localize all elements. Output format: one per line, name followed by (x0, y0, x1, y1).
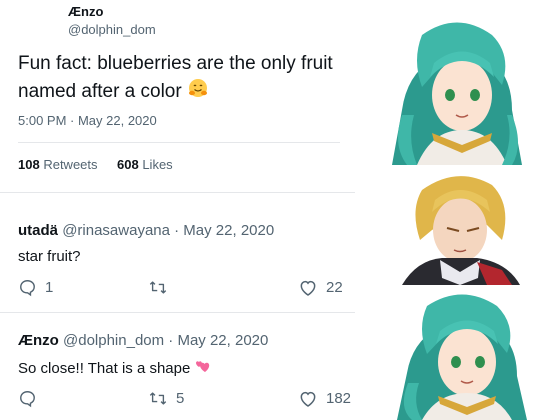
divider (0, 312, 355, 313)
retweets-stat[interactable]: 108 Retweets (18, 157, 98, 172)
retweet-button[interactable] (148, 278, 176, 297)
retweet-count: 5 (176, 390, 185, 407)
like-count: 22 (326, 279, 343, 296)
hugging-face-emoji-icon (187, 77, 209, 107)
reply-text-words: So close!! That is a shape (18, 359, 191, 377)
retweets-label: Retweets (43, 157, 98, 172)
likes-count: 608 (117, 157, 139, 172)
author-name[interactable]: Ænzo (68, 4, 103, 19)
two-hearts-emoji-icon (195, 359, 211, 379)
reply-count: 1 (45, 279, 54, 296)
reply-icon (20, 280, 35, 297)
tweet-text: Fun fact: blueberries are the only fruit… (18, 51, 358, 107)
like-button[interactable]: 22 (298, 278, 343, 297)
like-button[interactable]: 182 (298, 389, 351, 408)
tweet-text-line-2-words: named after a color (18, 81, 182, 103)
retweets-count: 108 (18, 157, 40, 172)
divider (18, 142, 340, 143)
reply-author-name[interactable]: Ænzo (18, 332, 59, 349)
author-handle[interactable]: @dolphin_dom (68, 22, 156, 37)
heart-icon (300, 280, 316, 296)
reply-author-name[interactable]: utadä (18, 222, 58, 239)
reply-button[interactable]: 1 (18, 278, 53, 297)
retweet-button[interactable]: 5 (148, 389, 184, 408)
reply-handle-date[interactable]: @rinasawayana · May 22, 2020 (62, 222, 274, 239)
character-portrait-blonde (392, 170, 527, 285)
heart-icon (300, 391, 316, 407)
tweet-text-line-2: named after a color (18, 77, 358, 107)
character-portrait-teal (362, 15, 527, 165)
tweet-text-line-1: Fun fact: blueberries are the only fruit (18, 53, 333, 74)
divider (0, 192, 355, 193)
tweet-timestamp[interactable]: 5:00 PM · May 22, 2020 (18, 113, 157, 128)
reply-text: star fruit? (18, 248, 81, 265)
reply-icon (20, 391, 35, 408)
likes-label: Likes (142, 157, 173, 172)
reply-header: utadä @rinasawayana · May 22, 2020 (18, 222, 274, 239)
character-portrait-teal-2 (372, 288, 532, 420)
reply-text: So close!! That is a shape (18, 359, 211, 379)
reply-header: Ænzo @dolphin_dom · May 22, 2020 (18, 332, 268, 349)
reply-button[interactable] (18, 389, 45, 408)
retweet-icon (149, 281, 167, 294)
reply-handle-date[interactable]: @dolphin_dom · May 22, 2020 (63, 332, 268, 349)
retweet-icon (149, 392, 167, 405)
like-count: 182 (326, 390, 352, 407)
likes-stat[interactable]: 608 Likes (117, 157, 173, 172)
